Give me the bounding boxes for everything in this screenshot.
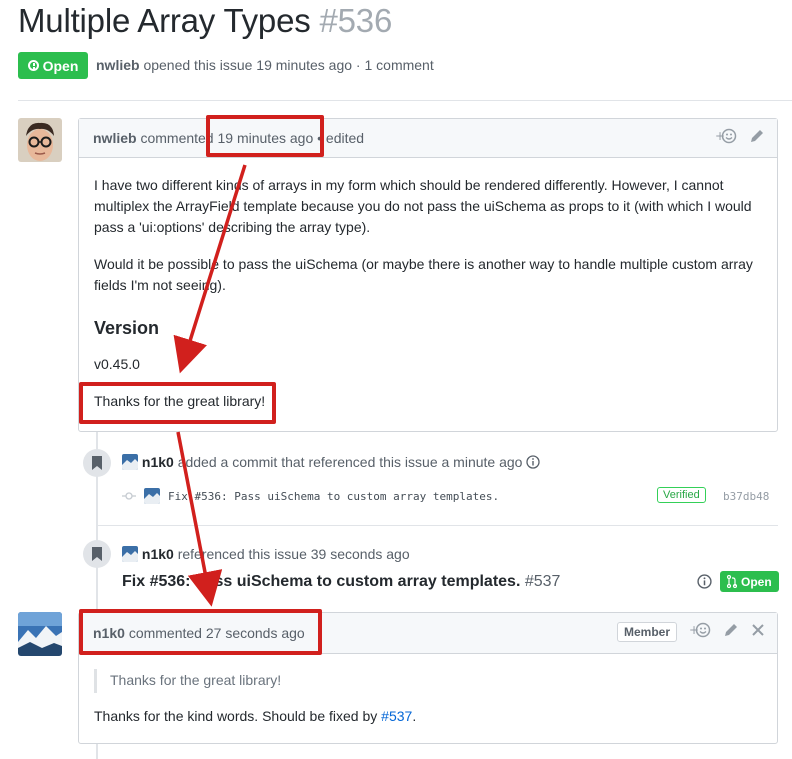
edit-comment-button[interactable]: [723, 622, 739, 642]
divider: [18, 100, 792, 101]
smiley-icon: +: [715, 128, 737, 144]
issue-author-link[interactable]: nwlieb: [96, 57, 140, 73]
pr-state-badge: Open: [720, 571, 779, 592]
event-divider: [96, 525, 778, 526]
reply-text: Thanks for the kind words. Should be fix…: [94, 708, 378, 724]
comment-paragraph-1: I have two different kinds of arrays in …: [94, 177, 752, 235]
event-description: added a commit that referenced this issu…: [177, 454, 523, 470]
event-actor[interactable]: n1k0: [142, 454, 174, 470]
event-ref-description: referenced this issue 39 seconds ago: [177, 546, 410, 562]
issue-opened-icon: [27, 60, 39, 71]
pr-info-button[interactable]: [697, 574, 712, 594]
reply-pr-link[interactable]: #537: [381, 708, 412, 724]
add-reaction-button[interactable]: +: [715, 128, 737, 148]
event-badge-commit: [83, 449, 111, 477]
info-icon[interactable]: [526, 455, 540, 469]
smiley-icon: +: [689, 622, 711, 638]
comment-version: v0.45.0: [94, 356, 140, 372]
pr-state-label: Open: [741, 574, 772, 589]
annotation-box-n1k0-comment: [79, 609, 322, 655]
comment-paragraph-2: Would it be possible to pass the uiSchem…: [94, 256, 753, 293]
info-icon: [697, 574, 712, 589]
issue-state-badge: Open: [18, 52, 88, 79]
issue-meta: nwlieb opened this issue 19 minutes ago …: [96, 57, 434, 73]
issue-title: Multiple Array Types #536: [18, 2, 392, 40]
annotation-box-thanks: [79, 382, 276, 424]
comment-heading: Version: [94, 318, 160, 338]
comment-author[interactable]: nwlieb: [93, 130, 137, 146]
verified-badge[interactable]: Verified: [657, 487, 706, 503]
referenced-pr-link[interactable]: Fix #536: Pass uiSchema to custom array …: [122, 573, 520, 590]
comment-reply: Thanks for the kind words. Should be fix…: [94, 706, 416, 727]
pencil-icon: [725, 624, 737, 636]
avatar-n1k0-commit[interactable]: [144, 488, 160, 504]
member-badge: Member: [616, 622, 677, 642]
issue-meta-text: opened this issue 19 minutes ago · 1 com…: [143, 57, 434, 73]
close-button[interactable]: [751, 623, 765, 641]
bookmark-icon: [92, 456, 102, 470]
event-badge-reference: [83, 540, 111, 568]
blockquote: Thanks for the great library!: [94, 669, 281, 693]
referenced-pr-title: Fix #536: Pass uiSchema to custom array …: [122, 573, 560, 591]
issue-number: #536: [319, 2, 393, 39]
close-icon: [752, 624, 764, 636]
reply-suffix: .: [412, 708, 417, 724]
event-commit-text: n1k0 added a commit that referenced this…: [122, 454, 540, 470]
git-commit-icon: [122, 492, 136, 500]
annotation-box-timestamp: [206, 115, 324, 157]
svg-text:+: +: [715, 129, 725, 143]
add-reaction-button[interactable]: +: [689, 622, 711, 642]
commit-sha-link[interactable]: b37db48: [723, 490, 769, 503]
commit-row: Fix #536: Pass uiSchema to custom array …: [122, 488, 499, 504]
comment-action: commented: [140, 130, 214, 146]
avatar-n1k0[interactable]: [18, 612, 62, 656]
commit-message-link[interactable]: Fix #536: Pass uiSchema to custom array …: [168, 490, 499, 503]
avatar-n1k0-small-2[interactable]: [122, 546, 138, 562]
issue-state-label: Open: [42, 57, 79, 74]
avatar-nwlieb[interactable]: [18, 118, 62, 162]
event-ref-actor[interactable]: n1k0: [142, 546, 174, 562]
pencil-icon: [751, 130, 763, 142]
git-pull-request-icon: [727, 575, 737, 588]
avatar-nwlieb-image: [18, 118, 62, 162]
comment-header: nwlieb commented 19 minutes ago • edited…: [79, 119, 777, 158]
comment-body: I have two different kinds of arrays in …: [94, 175, 762, 412]
avatar-n1k0-image: [18, 612, 62, 656]
bookmark-icon: [92, 547, 102, 561]
edit-comment-button[interactable]: [749, 128, 765, 148]
comment-edited-dropdown[interactable]: edited: [326, 130, 364, 146]
referenced-pr-number[interactable]: #537: [525, 573, 561, 590]
event-reference-text: n1k0 referenced this issue 39 seconds ag…: [122, 546, 410, 562]
svg-text:+: +: [689, 623, 699, 637]
avatar-n1k0-small[interactable]: [122, 454, 138, 470]
issue-title-text: Multiple Array Types: [18, 2, 311, 39]
